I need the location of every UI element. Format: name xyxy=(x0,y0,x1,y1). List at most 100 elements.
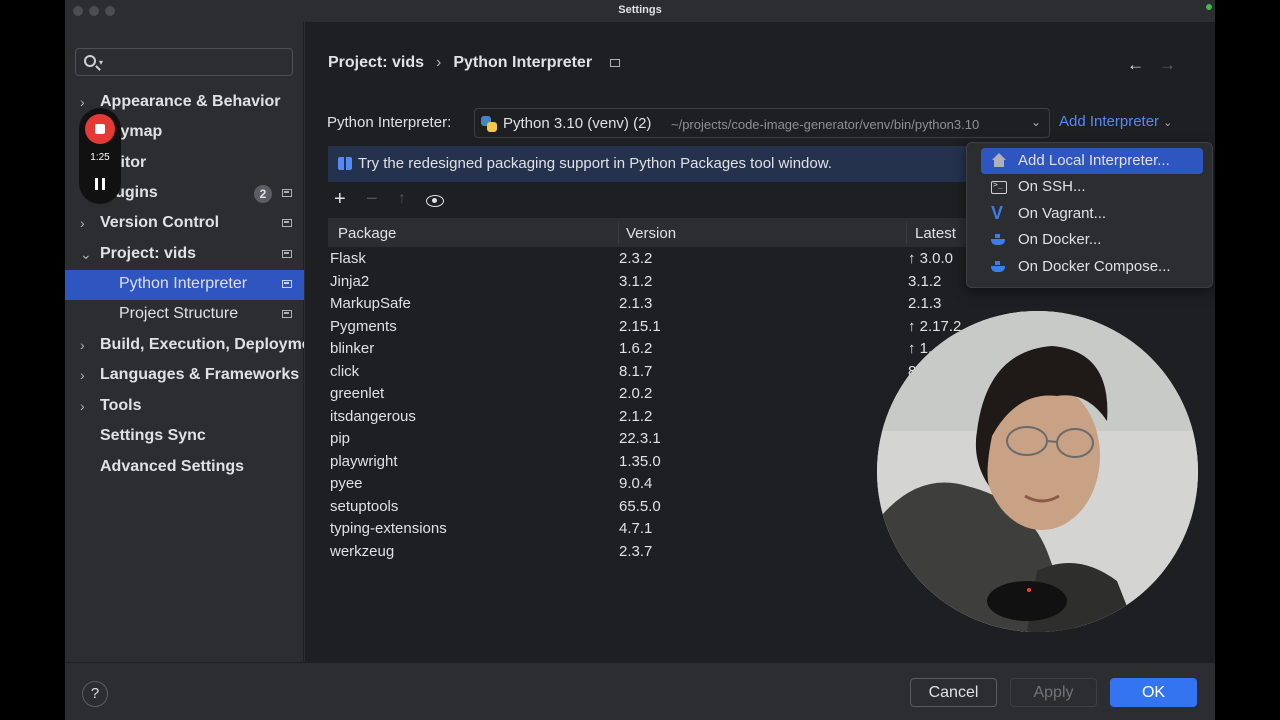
menu-item-label: Add Local Interpreter... xyxy=(1018,152,1170,169)
package-name-cell: Pygments xyxy=(330,317,397,335)
sidebar-item-label: Project Structure xyxy=(119,305,239,322)
python-icon xyxy=(481,116,497,132)
cancel-button[interactable]: Cancel xyxy=(910,678,997,707)
latest-version-cell: ↑ 3.0.0 xyxy=(908,250,954,267)
menu-item-label: On SSH... xyxy=(1018,178,1086,195)
package-name-cell: playwright xyxy=(330,452,398,470)
add-package-icon[interactable]: + xyxy=(334,188,346,211)
package-name-cell: MarkupSafe xyxy=(330,295,411,312)
sidebar-item-label: Settings Sync xyxy=(100,427,206,444)
table-row[interactable]: MarkupSafe 2.1.3 2.1.3 xyxy=(328,293,1194,315)
column-header-package[interactable]: Package xyxy=(338,225,396,242)
column-header-version[interactable]: Version xyxy=(626,225,676,242)
menu-item-add-local-interpreter[interactable]: Add Local Interpreter... xyxy=(981,148,1203,174)
pin-icon xyxy=(282,219,292,227)
sidebar-item-project-structure[interactable]: Project Structure xyxy=(65,300,304,330)
sidebar-item-version-control[interactable]: › Version Control xyxy=(65,209,304,239)
latest-version-cell: ↑ 2.17.2 xyxy=(908,317,962,335)
chevron-right-icon: › xyxy=(80,94,85,110)
column-header-latest[interactable]: Latest xyxy=(915,225,956,242)
chevron-down-icon: ⌄ xyxy=(1030,115,1041,129)
chevron-down-icon: ⌄ xyxy=(80,246,92,262)
menu-item-on-vagrant[interactable]: V On Vagrant... xyxy=(981,201,1203,227)
version-cell: 22.3.1 xyxy=(619,430,661,447)
version-cell: 4.7.1 xyxy=(619,520,653,537)
version-cell: 2.3.7 xyxy=(619,542,653,560)
chevron-down-icon: ▾ xyxy=(99,58,104,67)
search-icon xyxy=(84,55,96,67)
pin-icon xyxy=(282,189,292,197)
pin-icon xyxy=(282,250,292,258)
sidebar-item-languages[interactable]: › Languages & Frameworks xyxy=(65,361,304,391)
sidebar-item-label: Languages & Frameworks xyxy=(100,366,300,383)
sidebar-item-label: Tools xyxy=(100,397,142,414)
forward-arrow-icon[interactable]: → xyxy=(1159,55,1176,75)
vagrant-icon: V xyxy=(991,203,1004,223)
search-input[interactable]: ▾ xyxy=(75,48,293,76)
stop-recording-button[interactable] xyxy=(85,114,115,144)
version-cell: 1.6.2 xyxy=(619,340,653,357)
home-icon xyxy=(991,153,1007,169)
package-name-cell: Jinja2 xyxy=(330,272,370,290)
ok-button[interactable]: OK xyxy=(1110,678,1197,707)
apply-button[interactable]: Apply xyxy=(1010,678,1097,707)
pin-icon xyxy=(282,280,292,288)
version-cell: 2.1.2 xyxy=(619,407,653,425)
breadcrumb-project[interactable]: Project: vids xyxy=(328,54,424,71)
sidebar-item-advanced[interactable]: Advanced Settings xyxy=(65,453,304,483)
package-name-cell: itsdangerous xyxy=(330,407,416,425)
menu-item-label: On Vagrant... xyxy=(1018,205,1107,222)
chevron-right-icon: › xyxy=(80,367,85,383)
interpreter-path: ~/projects/code-image-generator/venv/bin… xyxy=(671,117,980,132)
gift-icon xyxy=(338,157,352,170)
add-interpreter-label: Add Interpreter xyxy=(1059,113,1160,130)
version-cell: 2.0.2 xyxy=(619,385,653,402)
chevron-right-icon: › xyxy=(80,215,85,231)
sidebar-item-settings-sync[interactable]: Settings Sync xyxy=(65,422,304,452)
version-cell: 2.15.1 xyxy=(619,317,661,335)
menu-item-on-docker[interactable]: On Docker... xyxy=(981,227,1203,253)
sidebar-item-label: Advanced Settings xyxy=(100,458,245,475)
status-dot-icon xyxy=(1206,4,1212,10)
back-arrow-icon[interactable]: ← xyxy=(1127,55,1144,75)
breadcrumb-page: Python Interpreter xyxy=(453,54,593,71)
sidebar-item-python-interpreter[interactable]: Python Interpreter xyxy=(65,270,304,300)
add-interpreter-link[interactable]: Add Interpreter ⌄ xyxy=(1059,113,1172,130)
pin-icon[interactable] xyxy=(610,58,621,67)
interpreter-select[interactable]: Python 3.10 (venv) (2) ~/projects/code-i… xyxy=(474,108,1050,138)
help-button[interactable]: ? xyxy=(82,681,108,707)
title-bar: Settings xyxy=(65,0,1215,22)
menu-item-on-docker-compose[interactable]: On Docker Compose... xyxy=(981,254,1203,280)
version-cell: 2.1.3 xyxy=(619,295,653,312)
sidebar-item-tools[interactable]: › Tools xyxy=(65,392,304,422)
pin-icon xyxy=(282,310,292,318)
banner-text: Try the redesigned packaging support in … xyxy=(358,155,832,172)
eye-icon[interactable] xyxy=(426,195,444,207)
add-interpreter-menu: Add Local Interpreter... On SSH... V On … xyxy=(966,142,1213,288)
version-cell: 65.5.0 xyxy=(619,497,661,515)
latest-version-cell: 3.1.2 xyxy=(908,272,942,290)
version-cell: 2.3.2 xyxy=(619,250,653,267)
recording-timer: 1:25 xyxy=(90,152,110,163)
package-name-cell: werkzeug xyxy=(330,542,395,560)
terminal-icon xyxy=(991,180,1007,194)
package-name-cell: pip xyxy=(330,430,351,447)
webcam-overlay xyxy=(877,311,1198,632)
version-cell: 8.1.7 xyxy=(619,362,653,380)
interpreter-name: Python 3.10 (venv) (2) xyxy=(503,115,652,132)
version-cell: 9.0.4 xyxy=(619,475,653,492)
docker-icon xyxy=(991,259,1007,275)
chevron-right-icon: › xyxy=(80,337,85,353)
menu-item-on-ssh[interactable]: On SSH... xyxy=(981,174,1203,200)
package-name-cell: pyee xyxy=(330,475,363,492)
upgrade-package-icon[interactable]: ↑ xyxy=(398,190,406,208)
sidebar-item-project[interactable]: ⌄ Project: vids xyxy=(65,240,304,270)
version-cell: 3.1.2 xyxy=(619,272,653,290)
sidebar-item-label: Project: vids xyxy=(100,245,197,262)
sidebar-item-build[interactable]: › Build, Execution, Deployment xyxy=(65,331,304,361)
remove-package-icon[interactable]: − xyxy=(366,188,378,211)
sidebar-item-label: Python Interpreter xyxy=(119,275,248,292)
latest-version-cell: 2.1.3 xyxy=(908,295,942,312)
pause-recording-button[interactable] xyxy=(95,178,105,190)
menu-item-label: On Docker Compose... xyxy=(1018,258,1171,275)
